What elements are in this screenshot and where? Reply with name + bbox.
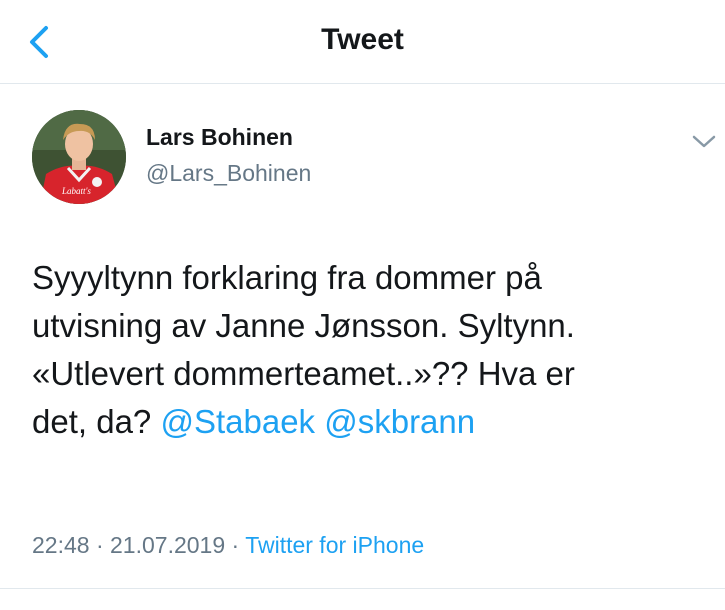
meta-separator: · [95, 532, 104, 558]
author-avatar[interactable]: Labatt's [32, 110, 126, 204]
tweet-text-line: «Utlevert dommerteamet..»?? Hva er [32, 355, 575, 392]
author-handle[interactable]: @Lars_Bohinen [146, 158, 311, 188]
tweet-text-line: utvisning av Janne Jønsson. Syltynn. [32, 307, 575, 344]
tweet-text-line: det, da? @Stabaek @skbrann [32, 398, 712, 446]
tweet-text-line: Syyyltynn forklaring fra dommer på [32, 259, 542, 296]
meta-separator: · [231, 532, 240, 558]
chevron-down-icon [692, 135, 716, 148]
mention-stabaek-link[interactable]: @Stabaek [160, 403, 315, 440]
tweet-text-segment: det, da? [32, 403, 152, 440]
mention-skbrann-link[interactable]: @skbrann [324, 403, 475, 440]
tweet-menu-button[interactable] [690, 132, 718, 152]
tweet-source-link[interactable]: Twitter for iPhone [245, 532, 424, 558]
avatar-jersey-text: Labatt's [61, 186, 91, 196]
top-navigation-bar: Tweet [0, 0, 725, 84]
tweet-text: Syyyltynn forklaring fra dommer på utvis… [32, 254, 712, 446]
divider [0, 588, 725, 589]
author-name[interactable]: Lars Bohinen [146, 122, 293, 152]
avatar-photo: Labatt's [32, 110, 126, 204]
tweet-time: 22:48 [32, 532, 90, 558]
tweet-date: 21.07.2019 [110, 532, 226, 558]
page-title: Tweet [321, 23, 404, 56]
tweet-metadata: 22:48 · 21.07.2019 · Twitter for iPhone [32, 530, 424, 560]
